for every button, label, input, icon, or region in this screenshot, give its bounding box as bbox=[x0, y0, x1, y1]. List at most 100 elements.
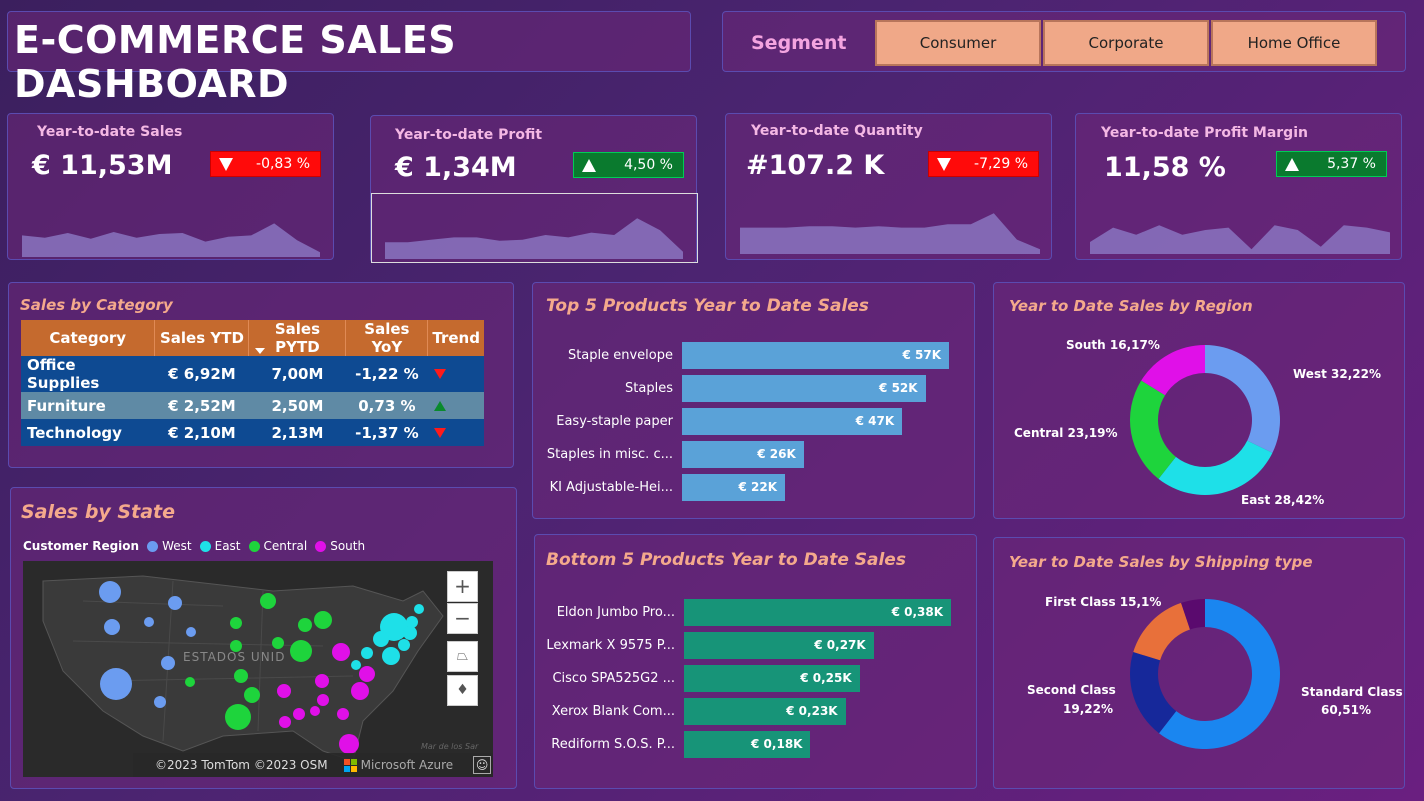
map-bubble-south[interactable] bbox=[359, 666, 375, 682]
bar-row[interactable]: Easy-staple paper € 47K bbox=[533, 408, 976, 435]
donut-slice-central[interactable] bbox=[1130, 380, 1176, 479]
zoom-in-button[interactable]: + bbox=[447, 571, 478, 602]
bar-label: Rediform S.O.S. P... bbox=[551, 737, 675, 752]
kpi-card-quantity[interactable]: Year-to-date Quantity #107.2 K -7,29 % bbox=[725, 113, 1052, 260]
donut-slice-west[interactable] bbox=[1205, 345, 1280, 453]
column-header-category[interactable]: Category bbox=[21, 320, 156, 356]
map-bubble-west[interactable] bbox=[100, 668, 132, 700]
kpi-card-profit[interactable]: Year-to-date Profit € 1,34M 4,50 % bbox=[370, 115, 698, 263]
map-bubble-west[interactable] bbox=[161, 656, 175, 670]
map-bubble-south[interactable] bbox=[279, 716, 291, 728]
tilt-icon[interactable]: ⏢ bbox=[447, 641, 478, 672]
map-bubble-south[interactable] bbox=[351, 682, 369, 700]
bar[interactable]: € 0,23K bbox=[684, 698, 846, 725]
bar-row[interactable]: Lexmark X 9575 P... € 0,27K bbox=[535, 632, 978, 659]
bar[interactable]: € 47K bbox=[682, 408, 903, 435]
map-country-label: ESTADOS UNID bbox=[183, 650, 285, 664]
map-canvas[interactable]: ESTADOS UNID Mar de los Sar + − ⏢ ♦ ©202… bbox=[23, 561, 493, 777]
down-arrow-icon bbox=[937, 157, 951, 171]
map-bubble-west[interactable] bbox=[104, 619, 120, 635]
bar[interactable]: € 26K bbox=[682, 441, 804, 468]
map-bubble-central[interactable] bbox=[272, 637, 284, 649]
bar-value-label: € 52K bbox=[879, 381, 918, 395]
column-header-sales-pytd[interactable]: Sales PYTD bbox=[248, 320, 347, 356]
legend-central[interactable]: Central bbox=[264, 539, 308, 553]
compass-icon[interactable]: ♦ bbox=[447, 675, 478, 706]
kpi-sparkline bbox=[740, 213, 1040, 254]
trend-down-icon bbox=[433, 427, 446, 438]
map-bubble-central[interactable] bbox=[230, 640, 242, 652]
map-bubble-central[interactable] bbox=[234, 669, 248, 683]
map-bubble-east[interactable] bbox=[361, 647, 373, 659]
segment-consumer-button[interactable]: Consumer bbox=[875, 20, 1041, 66]
bar[interactable]: € 57K bbox=[682, 342, 949, 369]
map-bubble-south[interactable] bbox=[317, 694, 329, 706]
table-row[interactable]: Office Supplies € 6,92M 7,00M -1,22 % bbox=[21, 356, 484, 392]
map-bubble-central[interactable] bbox=[244, 687, 260, 703]
map-bubble-east[interactable] bbox=[351, 660, 361, 670]
map-bubble-east[interactable] bbox=[382, 647, 400, 665]
bar-row[interactable]: Rediform S.O.S. P... € 0,18K bbox=[535, 731, 978, 758]
column-header-sales-yoy[interactable]: Sales YoY bbox=[345, 320, 429, 356]
map-bubble-central[interactable] bbox=[225, 704, 251, 730]
table-row[interactable]: Furniture € 2,52M 2,50M 0,73 % bbox=[21, 392, 484, 419]
map-bubble-south[interactable] bbox=[310, 706, 320, 716]
bar-row[interactable]: Staples € 52K bbox=[533, 375, 976, 402]
map-bubble-south[interactable] bbox=[337, 708, 349, 720]
kpi-card-sales[interactable]: Year-to-date Sales € 11,53M -0,83 % bbox=[7, 113, 334, 260]
map-bubble-east[interactable] bbox=[403, 626, 417, 640]
map-basemap: ESTADOS UNID Mar de los Sar bbox=[42, 575, 479, 762]
map-bubble-west[interactable] bbox=[186, 627, 196, 637]
map-bubble-west[interactable] bbox=[154, 696, 166, 708]
legend-east[interactable]: East bbox=[215, 539, 241, 553]
map-bubble-central[interactable] bbox=[230, 617, 242, 629]
kpi-change: 4,50 % bbox=[624, 157, 673, 173]
zoom-out-button[interactable]: − bbox=[447, 603, 478, 634]
bar[interactable]: € 0,25K bbox=[684, 665, 860, 692]
bar[interactable]: € 22K bbox=[682, 474, 786, 501]
bar-row[interactable]: Staple envelope € 57K bbox=[533, 342, 976, 369]
map-bubble-central[interactable] bbox=[260, 593, 276, 609]
feedback-smiley-icon[interactable]: ☺ bbox=[473, 756, 492, 774]
segment-home-office-button[interactable]: Home Office bbox=[1211, 20, 1377, 66]
map-bubble-south[interactable] bbox=[293, 708, 305, 720]
bar[interactable]: € 52K bbox=[682, 375, 926, 402]
map-bubble-west[interactable] bbox=[168, 596, 182, 610]
map-bubble-east[interactable] bbox=[398, 639, 410, 651]
table-row[interactable]: Technology € 2,10M 2,13M -1,37 % bbox=[21, 419, 484, 446]
bar[interactable]: € 0,18K bbox=[684, 731, 811, 758]
bar-row[interactable]: Staples in misc. c... € 26K bbox=[533, 441, 976, 468]
microsoft-logo-icon bbox=[343, 758, 357, 772]
segment-corporate-button[interactable]: Corporate bbox=[1043, 20, 1209, 66]
donut-slice-first-class[interactable] bbox=[1133, 602, 1190, 661]
map-bubble-south[interactable] bbox=[332, 643, 350, 661]
column-header-sales-ytd[interactable]: Sales YTD bbox=[154, 320, 250, 356]
bar[interactable]: € 0,38K bbox=[684, 599, 951, 626]
map-bubble-east[interactable] bbox=[373, 631, 389, 647]
bar-row[interactable]: KI Adjustable-Hei... € 22K bbox=[533, 474, 976, 501]
category-title: Sales by Category bbox=[20, 296, 173, 314]
map-bubble-central[interactable] bbox=[314, 611, 332, 629]
map-bubble-central[interactable] bbox=[185, 677, 195, 687]
donut-slice-east[interactable] bbox=[1158, 440, 1273, 495]
map-bubble-east[interactable] bbox=[414, 604, 424, 614]
map-bubble-west[interactable] bbox=[99, 581, 121, 603]
bar[interactable]: € 0,27K bbox=[684, 632, 874, 659]
legend-south[interactable]: South bbox=[330, 539, 365, 553]
column-header-trend[interactable]: Trend bbox=[427, 320, 484, 356]
map-bubble-east[interactable] bbox=[406, 616, 418, 628]
legend-central-dot bbox=[248, 540, 260, 552]
map-bubble-south[interactable] bbox=[277, 684, 291, 698]
map-bubble-central[interactable] bbox=[290, 640, 312, 662]
map-bubble-west[interactable] bbox=[144, 617, 154, 627]
map-bubble-central[interactable] bbox=[298, 618, 312, 632]
cell-trend bbox=[427, 356, 484, 392]
bar-row[interactable]: Xerox Blank Com... € 0,23K bbox=[535, 698, 978, 725]
bar-row[interactable]: Cisco SPA525G2 ... € 0,25K bbox=[535, 665, 978, 692]
map-bubble-south[interactable] bbox=[339, 734, 359, 754]
legend-west[interactable]: West bbox=[162, 539, 192, 553]
cell-sales-ytd: € 2,10M bbox=[154, 419, 249, 446]
bar-row[interactable]: Eldon Jumbo Pro... € 0,38K bbox=[535, 599, 978, 626]
kpi-card-profit-margin[interactable]: Year-to-date Profit Margin 11,58 % 5,37 … bbox=[1075, 113, 1402, 260]
map-bubble-south[interactable] bbox=[315, 674, 329, 688]
